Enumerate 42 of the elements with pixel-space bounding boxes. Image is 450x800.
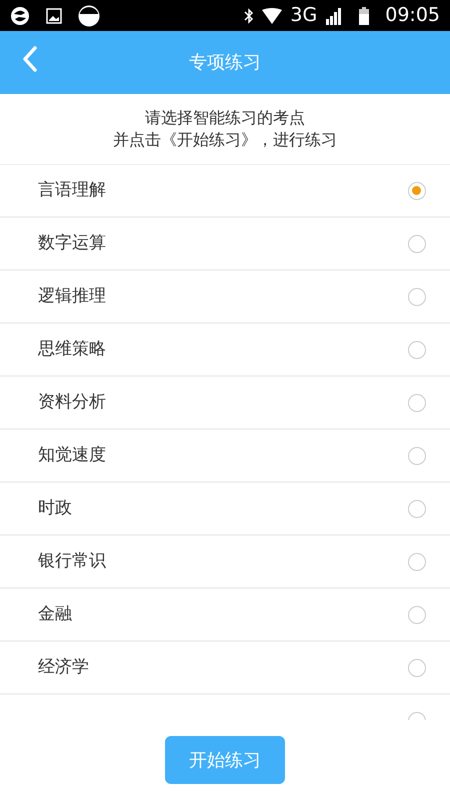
radio-button[interactable]: [408, 288, 426, 306]
radio-button[interactable]: [408, 394, 426, 412]
option-row[interactable]: 言语理解: [0, 165, 450, 218]
image-icon: [46, 8, 62, 24]
radio-button[interactable]: [408, 500, 426, 518]
radio-button[interactable]: [408, 658, 426, 676]
option-label: 资料分析: [38, 390, 106, 414]
radio-button[interactable]: [408, 340, 426, 358]
option-label: 逻辑推理: [38, 284, 106, 308]
option-label: 时政: [38, 496, 72, 520]
radio-button[interactable]: [408, 606, 426, 624]
radio-button[interactable]: [408, 552, 426, 570]
option-row[interactable]: 经济学: [0, 642, 450, 695]
instruction-text: 并点击《开始练习》，进行练习: [113, 129, 337, 151]
option-row[interactable]: 银行常识: [0, 536, 450, 589]
back-icon: [20, 44, 40, 74]
clock: 09:05: [385, 6, 440, 25]
option-label: 知觉速度: [38, 444, 106, 467]
option-row[interactable]: 思维策略: [0, 324, 450, 377]
radio-button[interactable]: [408, 234, 426, 252]
signal-icon: [325, 6, 344, 24]
option-row[interactable]: 知觉速度: [0, 430, 450, 483]
option-label: 思维策略: [38, 338, 106, 361]
option-row[interactable]: 时政: [0, 483, 450, 536]
option-row[interactable]: 资料分析: [0, 377, 450, 430]
radio-button[interactable]: [408, 446, 426, 464]
battery-icon: [359, 6, 370, 24]
instruction-text: 请选择智能练习的考点: [145, 107, 305, 129]
bluetooth-icon: [244, 6, 254, 24]
page-title: 专项练习: [189, 51, 261, 75]
option-label: 银行常识: [38, 550, 106, 573]
option-label: 数字运算: [38, 232, 106, 255]
option-label: 金融: [38, 602, 72, 626]
option-row[interactable]: 金融: [0, 589, 450, 642]
network-label: 3G: [290, 6, 318, 25]
half-circle-icon: [78, 4, 100, 26]
radio-button[interactable]: [408, 182, 426, 200]
option-row[interactable]: 数字运算: [0, 218, 450, 271]
option-row[interactable]: 逻辑推理: [0, 271, 450, 324]
wifi-icon: [262, 8, 282, 24]
option-label: 言语理解: [38, 178, 106, 202]
option-label: 经济学: [38, 656, 89, 679]
